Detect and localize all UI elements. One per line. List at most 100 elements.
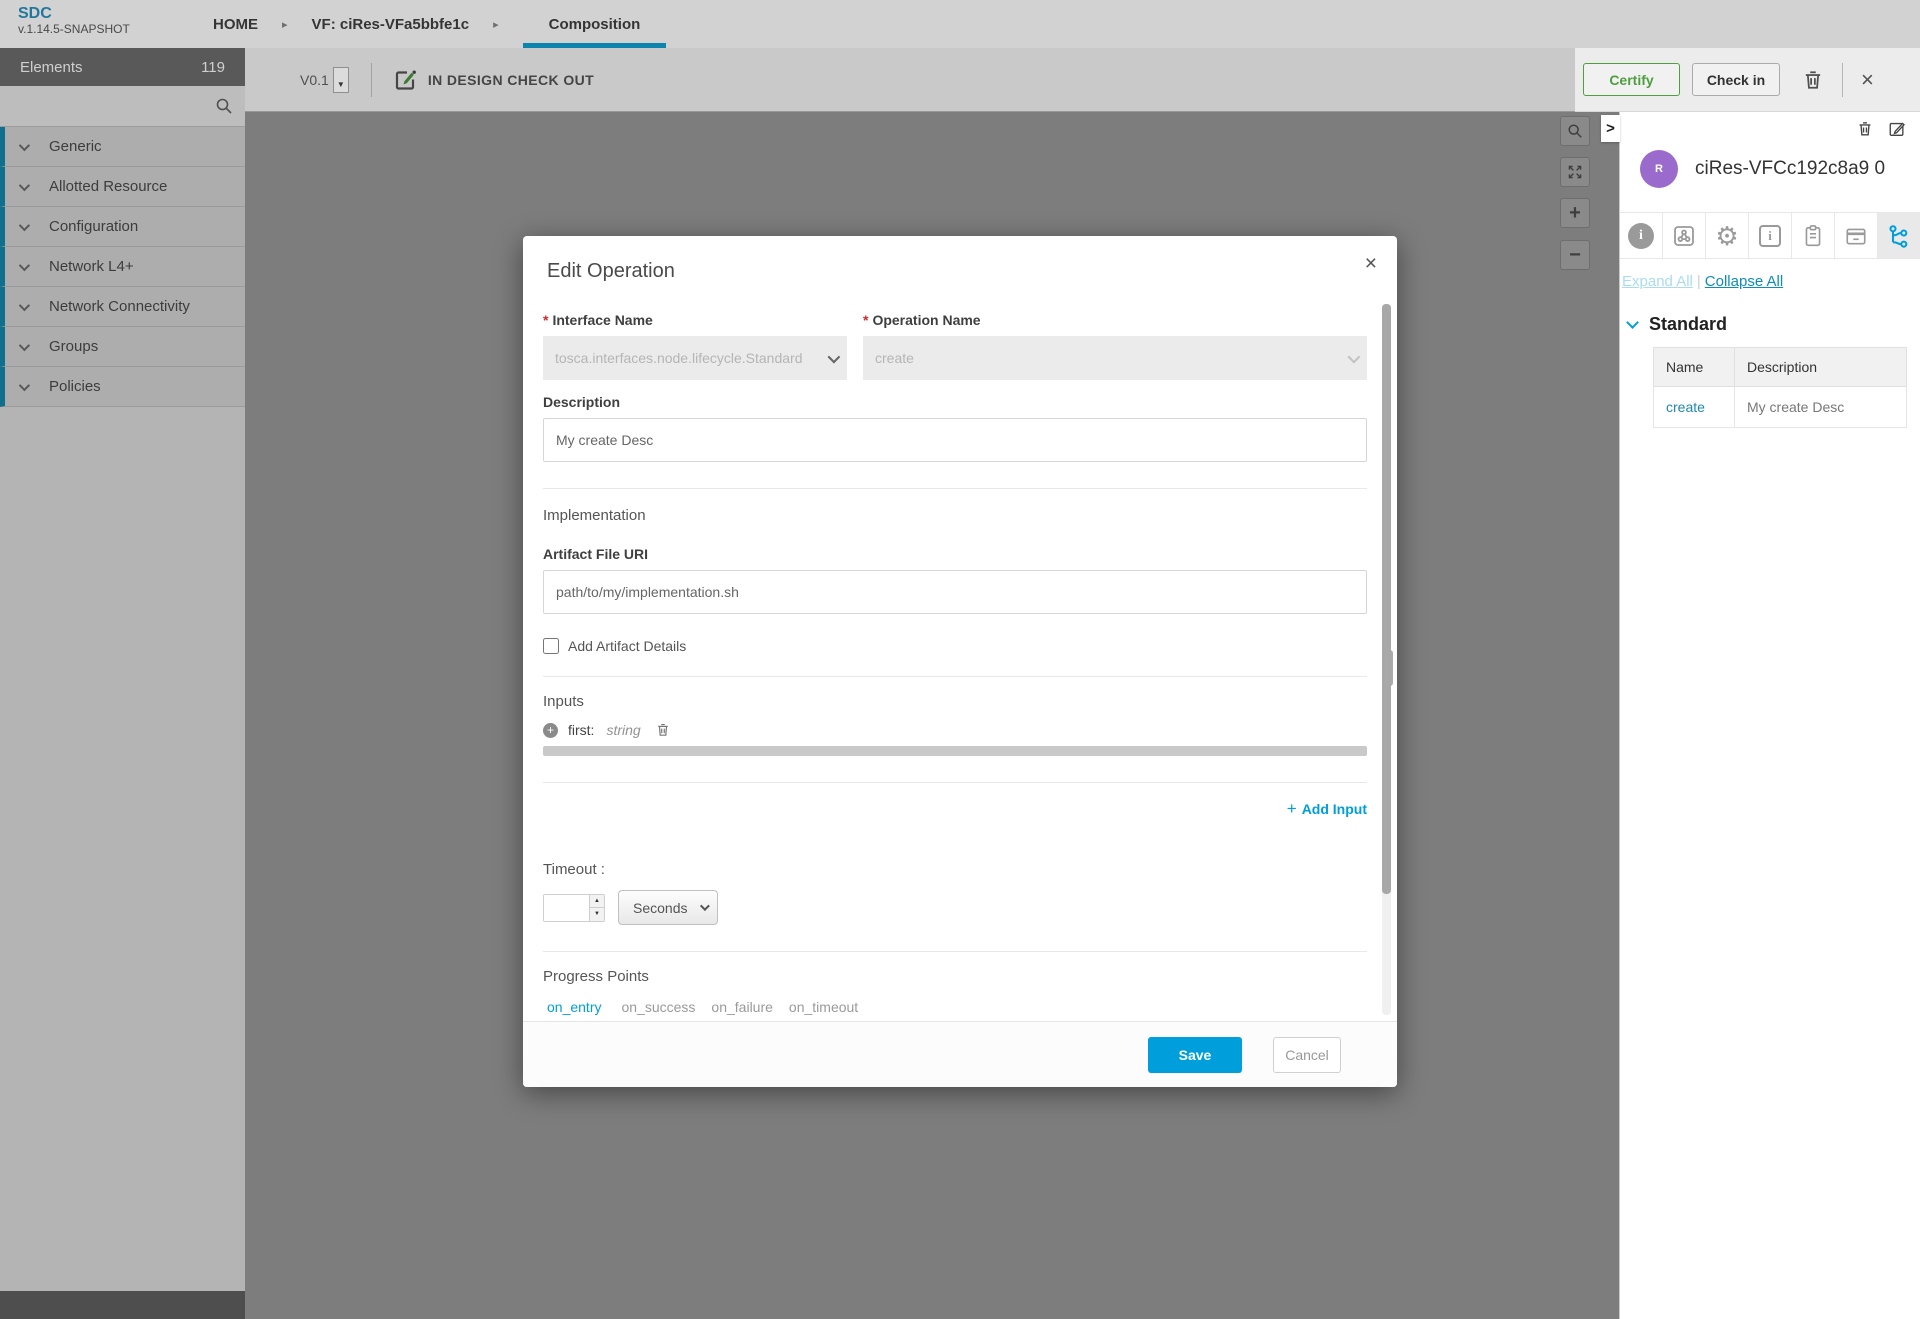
panel-collapse-handle[interactable]: >	[1601, 115, 1620, 142]
trash-icon	[655, 722, 671, 738]
tab-settings[interactable]: ⚙	[1706, 213, 1749, 258]
timeout-label: Timeout :	[543, 861, 1367, 878]
chevron-down-icon	[828, 350, 841, 363]
sidebar-search	[0, 86, 245, 127]
close-icon: ×	[1365, 252, 1377, 275]
add-artifact-label: Add Artifact Details	[568, 638, 686, 654]
tab-information[interactable]: i	[1620, 213, 1663, 258]
panel-edit-button[interactable]	[1888, 120, 1906, 138]
logo-text: SDC	[18, 5, 130, 23]
tab-on-success[interactable]: on_success	[621, 999, 695, 1021]
artifact-uri-input[interactable]	[543, 570, 1367, 614]
component-title: ciRes-VFCc192c8a9 0	[1695, 158, 1885, 180]
tab-operations[interactable]	[1878, 213, 1920, 258]
add-artifact-checkbox[interactable]	[543, 638, 559, 654]
tab-on-entry[interactable]: on_entry	[543, 999, 605, 1021]
timeout-unit-select[interactable]: Seconds	[618, 890, 718, 925]
composition-icon	[1672, 224, 1696, 248]
inputs-horizontal-scrollbar[interactable]	[543, 746, 1367, 756]
breadcrumb-home[interactable]: HOME	[213, 16, 258, 33]
canvas-search-button[interactable]	[1560, 116, 1590, 146]
inputs-box-icon	[1844, 225, 1868, 247]
delete-param-button[interactable]	[655, 722, 671, 738]
chevron-down-icon	[19, 299, 30, 310]
sidebar-item-groups[interactable]: Groups	[0, 327, 245, 367]
divider	[543, 676, 1367, 677]
breadcrumb: HOME ▸ VF: ciRes-VFa5bbfe1c ▸ Compositio…	[213, 0, 666, 48]
certify-button[interactable]: Certify	[1583, 63, 1680, 96]
sdc-logo[interactable]: SDC v.1.14.5-SNAPSHOT	[18, 5, 130, 37]
chevron-down-icon	[19, 339, 30, 350]
stepper-down-button[interactable]: ▼	[590, 908, 604, 921]
tab-composition[interactable]	[1663, 213, 1706, 258]
collapse-all-link[interactable]: Collapse All	[1705, 273, 1783, 290]
save-button[interactable]: Save	[1148, 1037, 1242, 1073]
description-input[interactable]	[543, 418, 1367, 462]
required-asterisk: *	[863, 312, 868, 328]
tab-on-failure[interactable]: on_failure	[711, 999, 773, 1021]
chevron-down-icon	[19, 139, 30, 150]
progress-points-tabs: on_entry on_success on_failure on_timeou…	[543, 999, 1367, 1021]
breadcrumb-composition[interactable]: Composition	[523, 0, 667, 48]
interface-name-select[interactable]: tosca.interfaces.node.lifecycle.Standard	[543, 336, 847, 380]
expand-all-link[interactable]: Expand All	[1622, 273, 1693, 290]
sidebar-item-allotted-resource[interactable]: Allotted Resource	[0, 167, 245, 207]
elements-count-badge: 119	[201, 59, 225, 76]
elements-sidebar: Elements 119 Generic Allotted Resource C…	[0, 48, 245, 1319]
chevron-down-icon	[19, 259, 30, 270]
divider	[543, 782, 1367, 783]
operation-create-link[interactable]: create	[1666, 399, 1705, 415]
tab-requirements[interactable]	[1835, 213, 1878, 258]
fit-screen-icon	[1567, 164, 1583, 180]
panel-tab-bar: i ⚙ i	[1620, 212, 1920, 259]
tab-deployment-artifacts[interactable]	[1792, 213, 1835, 258]
clipboard-icon	[1802, 224, 1824, 248]
chevron-down-icon	[700, 901, 710, 911]
modal-scrollbar-track[interactable]	[1382, 304, 1391, 1015]
sidebar-item-network-l4[interactable]: Network L4+	[0, 247, 245, 287]
param-name: first:	[568, 722, 594, 738]
input-param-row: + first: string	[543, 722, 1367, 738]
operation-description: My create Desc	[1747, 399, 1844, 415]
modal-close-button[interactable]: ×	[1365, 252, 1377, 276]
column-header-name: Name	[1654, 348, 1735, 387]
panel-delete-button[interactable]	[1856, 120, 1874, 138]
add-input-link[interactable]: Add Input	[543, 799, 1367, 819]
divider	[543, 488, 1367, 489]
close-icon: ×	[1861, 69, 1874, 91]
timeout-stepper: ▲ ▼	[589, 895, 604, 921]
inputs-section-label: Inputs	[543, 693, 1367, 710]
version-dropdown[interactable]: ▼	[333, 67, 349, 93]
zoom-in-button[interactable]: +	[1560, 198, 1590, 228]
tab-info-artifacts[interactable]: i	[1749, 213, 1792, 258]
chevron-down-icon[interactable]	[1626, 316, 1639, 329]
breadcrumb-vf[interactable]: VF: ciRes-VFa5bbfe1c	[312, 16, 470, 33]
sidebar-item-generic[interactable]: Generic	[0, 127, 245, 167]
tab-on-timeout[interactable]: on_timeout	[789, 999, 858, 1021]
zoom-out-button[interactable]: −	[1560, 240, 1590, 270]
modal-scrollbar-thumb[interactable]	[1382, 304, 1391, 894]
sidebar-item-policies[interactable]: Policies	[0, 367, 245, 407]
fit-to-screen-button[interactable]	[1560, 157, 1590, 187]
stepper-up-button[interactable]: ▲	[590, 895, 604, 909]
chevron-down-icon	[19, 219, 30, 230]
version-label: V0.1	[300, 72, 329, 88]
search-input[interactable]	[12, 98, 215, 114]
operation-name-select[interactable]: create	[863, 336, 1367, 380]
expand-param-icon[interactable]: +	[543, 723, 558, 738]
cancel-button[interactable]: Cancel	[1273, 1037, 1341, 1073]
canvas-zoom-controls: + −	[1560, 116, 1590, 270]
delete-button[interactable]	[1802, 69, 1824, 91]
timeout-input[interactable]	[544, 895, 589, 921]
chevron-down-icon	[1348, 350, 1361, 363]
operations-table: Name Description create My create Desc	[1653, 347, 1907, 428]
sidebar-item-network-connectivity[interactable]: Network Connectivity	[0, 287, 245, 327]
checkin-button[interactable]: Check in	[1692, 63, 1780, 96]
interface-name-label: *Interface Name	[543, 312, 847, 328]
app-version: v.1.14.5-SNAPSHOT	[18, 23, 130, 37]
breadcrumb-arrow-icon: ▸	[282, 18, 288, 31]
sidebar-item-configuration[interactable]: Configuration	[0, 207, 245, 247]
close-workspace-button[interactable]: ×	[1861, 69, 1874, 91]
progress-points-label: Progress Points	[543, 968, 1367, 985]
chevron-down-icon	[19, 379, 30, 390]
